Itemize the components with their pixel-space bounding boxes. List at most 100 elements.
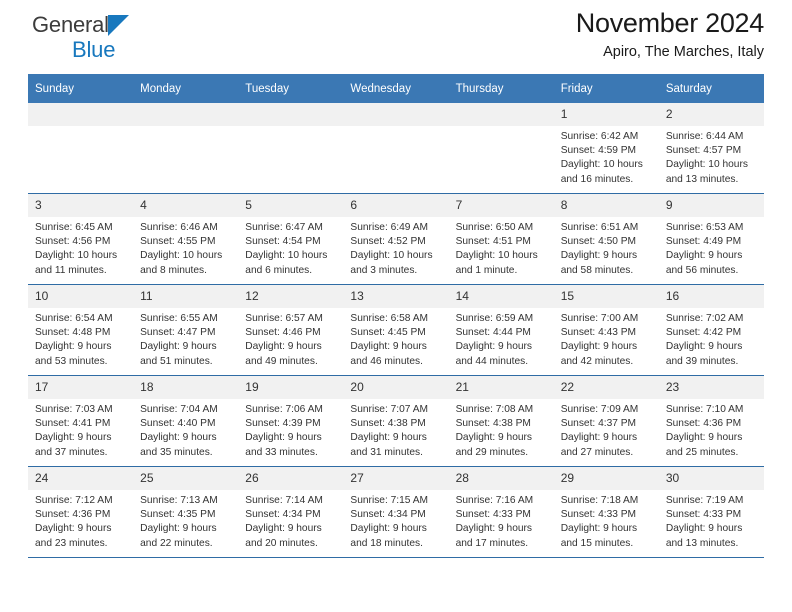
day-details: Sunrise: 7:15 AM Sunset: 4:34 PM Daylight:… — [343, 490, 448, 551]
daylight-text-line2: and 25 minutes. — [665, 446, 739, 458]
sunset-text: Sunset: 4:34 PM — [350, 509, 426, 521]
day-number — [28, 103, 134, 126]
calendar-day-cell[interactable]: 11 Sunrise: 6:55 AM Sunset: 4:47 PM Dayligh… — [133, 284, 239, 376]
calendar-day-cell-empty — [133, 103, 239, 194]
sunrise-text: Sunrise: 7:13 AM — [140, 495, 218, 506]
day-details: Sunrise: 6:45 AM Sunset: 4:56 PM Daylight:… — [28, 217, 133, 278]
day-number: 1 — [553, 103, 659, 126]
daylight-text-line2: and 15 minutes. — [560, 537, 634, 549]
calendar-day-cell[interactable]: 28 Sunrise: 7:16 AM Sunset: 4:33 PM Dayligh… — [448, 466, 554, 558]
calendar-day-cell[interactable]: 14 Sunrise: 6:59 AM Sunset: 4:44 PM Dayligh… — [448, 284, 554, 376]
calendar-day-cell[interactable]: 3 Sunrise: 6:45 AM Sunset: 4:56 PM Daylight… — [28, 193, 134, 285]
calendar-day-cell[interactable]: 8 Sunrise: 6:51 AM Sunset: 4:50 PM Daylight… — [553, 193, 659, 285]
calendar-day-cell[interactable]: 6 Sunrise: 6:49 AM Sunset: 4:52 PM Daylight… — [343, 193, 449, 285]
calendar-day-cell[interactable]: 2 Sunrise: 6:44 AM Sunset: 4:57 PM Daylight… — [658, 103, 764, 194]
calendar-day-cell[interactable]: 23 Sunrise: 7:10 AM Sunset: 4:36 PM Dayligh… — [658, 375, 764, 467]
day-number: 5 — [238, 194, 344, 217]
sunset-text: Sunset: 4:51 PM — [455, 236, 531, 248]
daylight-text-line1: Daylight: 9 hours — [560, 432, 638, 444]
sunset-text: Sunset: 4:33 PM — [560, 509, 637, 521]
calendar-day-cell[interactable]: 17 Sunrise: 7:03 AM Sunset: 4:41 PM Dayligh… — [28, 375, 134, 467]
day-number: 19 — [238, 376, 344, 399]
calendar-day-cell[interactable]: 26 Sunrise: 7:14 AM Sunset: 4:34 PM Dayligh… — [238, 466, 344, 558]
sunset-text: Sunset: 4:43 PM — [560, 327, 637, 339]
calendar-day-cell[interactable]: 13 Sunrise: 6:58 AM Sunset: 4:45 PM Dayligh… — [343, 284, 449, 376]
day-details: Sunrise: 6:53 AM Sunset: 4:49 PM Daylight:… — [659, 217, 764, 278]
sunset-text: Sunset: 4:42 PM — [665, 327, 742, 339]
calendar-day-cell[interactable]: 18 Sunrise: 7:04 AM Sunset: 4:40 PM Dayligh… — [133, 375, 239, 467]
sunrise-text: Sunrise: 7:07 AM — [350, 404, 429, 415]
calendar-day-cell[interactable]: 19 Sunrise: 7:06 AM Sunset: 4:39 PM Dayligh… — [238, 375, 344, 467]
calendar-day-cell[interactable]: 1 Sunrise: 6:42 AM Sunset: 4:59 PM Daylight… — [553, 103, 659, 194]
general-blue-logo[interactable]: General Blue — [32, 14, 129, 61]
day-number: 16 — [658, 285, 764, 308]
sunset-text: Sunset: 4:54 PM — [245, 236, 321, 248]
sunrise-text: Sunrise: 6:58 AM — [350, 313, 429, 324]
day-details: Sunrise: 7:08 AM Sunset: 4:38 PM Daylight:… — [449, 399, 554, 460]
daylight-text-line2: and 44 minutes. — [455, 355, 529, 367]
daylight-text-line2: and 39 minutes. — [665, 355, 739, 367]
calendar-day-cell-empty — [448, 103, 554, 194]
daylight-text-line1: Daylight: 9 hours — [455, 341, 533, 353]
day-number: 14 — [448, 285, 554, 308]
sunset-text: Sunset: 4:39 PM — [245, 418, 321, 430]
calendar-day-cell[interactable]: 9 Sunrise: 6:53 AM Sunset: 4:49 PM Daylight… — [658, 193, 764, 285]
calendar-day-cell[interactable]: 25 Sunrise: 7:13 AM Sunset: 4:35 PM Dayligh… — [133, 466, 239, 558]
calendar-day-cell[interactable]: 30 Sunrise: 7:19 AM Sunset: 4:33 PM Dayligh… — [658, 466, 764, 558]
day-number: 2 — [658, 103, 764, 126]
day-number — [238, 103, 344, 126]
daylight-text-line2: and 42 minutes. — [560, 355, 634, 367]
calendar-day-cell[interactable]: 22 Sunrise: 7:09 AM Sunset: 4:37 PM Dayligh… — [553, 375, 659, 467]
calendar-day-cell-empty — [343, 103, 449, 194]
sunset-text: Sunset: 4:59 PM — [560, 145, 637, 157]
calendar-week-row: 24 Sunrise: 7:12 AM Sunset: 4:36 PM Dayligh… — [28, 466, 764, 558]
calendar-day-cell[interactable]: 5 Sunrise: 6:47 AM Sunset: 4:54 PM Daylight… — [238, 193, 344, 285]
daylight-text-line1: Daylight: 10 hours — [665, 159, 748, 171]
daylight-text-line2: and 37 minutes. — [35, 446, 108, 458]
calendar-day-cell[interactable]: 20 Sunrise: 7:07 AM Sunset: 4:38 PM Dayligh… — [343, 375, 449, 467]
daylight-text-line1: Daylight: 9 hours — [350, 432, 427, 444]
sunset-text: Sunset: 4:46 PM — [245, 327, 321, 339]
daylight-text-line1: Daylight: 10 hours — [455, 250, 538, 262]
sunset-text: Sunset: 4:44 PM — [455, 327, 531, 339]
daylight-text-line1: Daylight: 9 hours — [35, 341, 112, 353]
day-details: Sunrise: 6:42 AM Sunset: 4:59 PM Daylight:… — [554, 126, 659, 187]
sunset-text: Sunset: 4:36 PM — [35, 509, 111, 521]
sunrise-text: Sunrise: 6:49 AM — [350, 222, 429, 233]
sunrise-text: Sunrise: 6:59 AM — [455, 313, 534, 324]
day-number: 6 — [343, 194, 449, 217]
daylight-text-line1: Daylight: 9 hours — [35, 523, 112, 535]
day-number: 7 — [448, 194, 554, 217]
day-number: 17 — [28, 376, 134, 399]
daylight-text-line2: and 8 minutes. — [140, 264, 207, 276]
daylight-text-line1: Daylight: 9 hours — [455, 432, 533, 444]
calendar-day-cell[interactable]: 21 Sunrise: 7:08 AM Sunset: 4:38 PM Dayligh… — [448, 375, 554, 467]
day-details: Sunrise: 6:51 AM Sunset: 4:50 PM Daylight:… — [554, 217, 659, 278]
sunrise-text: Sunrise: 7:09 AM — [560, 404, 639, 415]
calendar-day-cell[interactable]: 15 Sunrise: 7:00 AM Sunset: 4:43 PM Dayligh… — [553, 284, 659, 376]
calendar-day-cell[interactable]: 27 Sunrise: 7:15 AM Sunset: 4:34 PM Dayligh… — [343, 466, 449, 558]
sunrise-text: Sunrise: 7:04 AM — [140, 404, 218, 415]
logo-word-general: General — [32, 14, 129, 38]
daylight-text-line2: and 13 minutes. — [665, 173, 739, 185]
weekday-header-row: Sunday Monday Tuesday Wednesday Thursday Frid… — [28, 74, 764, 103]
page-title: November 2024 — [575, 8, 765, 38]
calendar-day-cell[interactable]: 24 Sunrise: 7:12 AM Sunset: 4:36 PM Dayligh… — [28, 466, 134, 558]
day-details: Sunrise: 7:03 AM Sunset: 4:41 PM Daylight:… — [28, 399, 133, 460]
daylight-text-line2: and 33 minutes. — [245, 446, 318, 458]
sunset-text: Sunset: 4:48 PM — [35, 327, 111, 339]
calendar-day-cell[interactable]: 29 Sunrise: 7:18 AM Sunset: 4:33 PM Dayligh… — [553, 466, 659, 558]
calendar-day-cell[interactable]: 4 Sunrise: 6:46 AM Sunset: 4:55 PM Daylight… — [133, 193, 239, 285]
daylight-text-line1: Daylight: 9 hours — [560, 341, 638, 353]
day-number: 27 — [343, 467, 449, 490]
day-number: 13 — [343, 285, 449, 308]
sunrise-text: Sunrise: 6:47 AM — [245, 222, 323, 233]
day-number: 22 — [553, 376, 659, 399]
calendar-day-cell[interactable]: 12 Sunrise: 6:57 AM Sunset: 4:46 PM Dayligh… — [238, 284, 344, 376]
calendar-day-cell[interactable]: 10 Sunrise: 6:54 AM Sunset: 4:48 PM Dayligh… — [28, 284, 134, 376]
daylight-text-line2: and 31 minutes. — [350, 446, 423, 458]
calendar-day-cell[interactable]: 7 Sunrise: 6:50 AM Sunset: 4:51 PM Daylight… — [448, 193, 554, 285]
daylight-text-line1: Daylight: 10 hours — [140, 250, 223, 262]
calendar-day-cell[interactable]: 16 Sunrise: 7:02 AM Sunset: 4:42 PM Dayligh… — [658, 284, 764, 376]
day-number: 29 — [553, 467, 659, 490]
